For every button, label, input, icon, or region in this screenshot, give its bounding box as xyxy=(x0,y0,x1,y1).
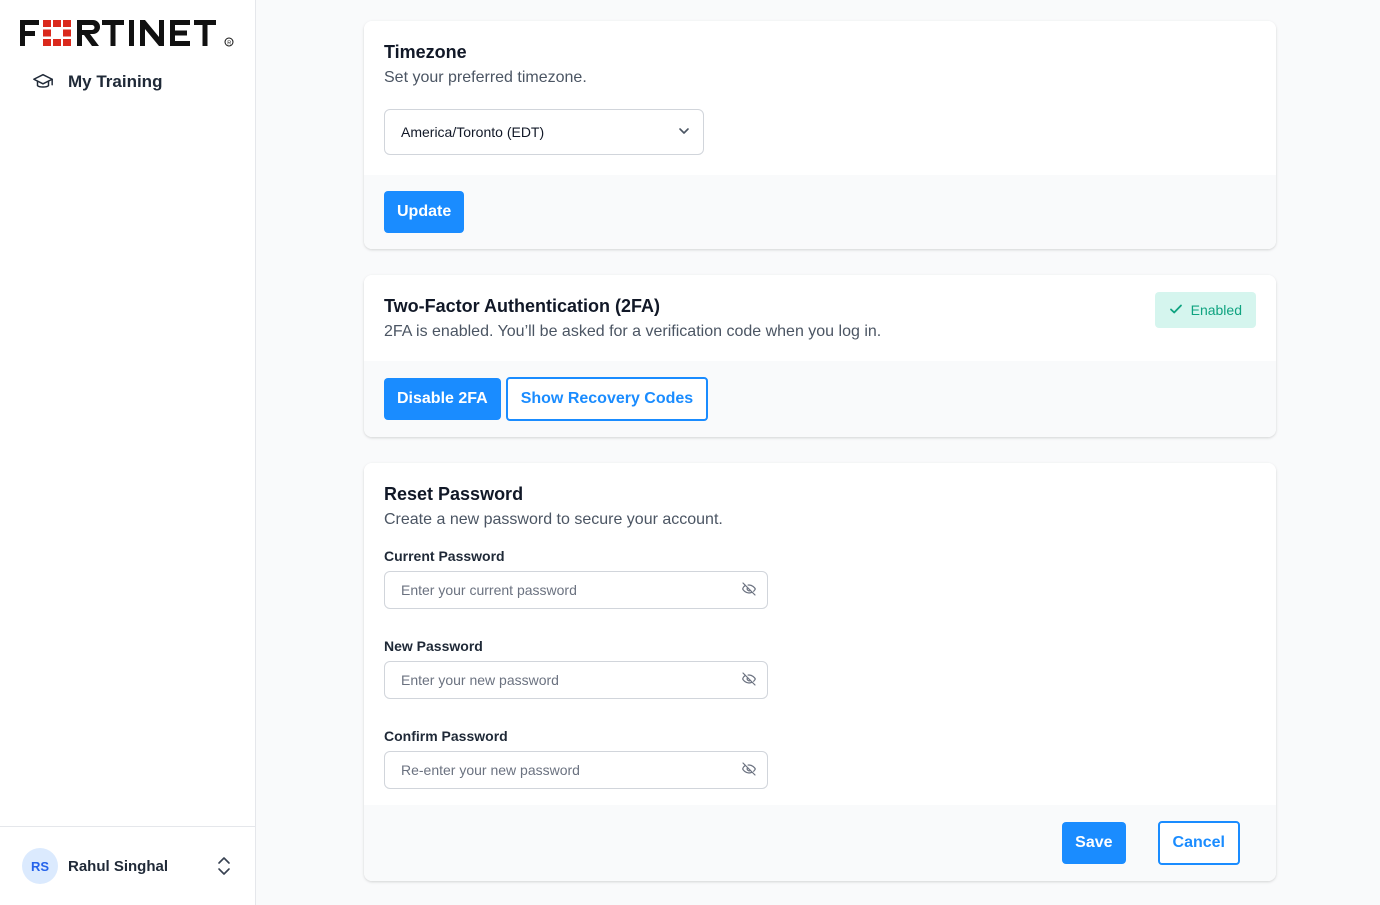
current-password-label: Current Password xyxy=(384,548,505,564)
status-badge: Enabled xyxy=(1154,292,1256,328)
timezone-select[interactable]: America/Toronto (EDT) xyxy=(384,109,704,155)
save-button[interactable]: Save xyxy=(1062,822,1126,864)
chevron-up-down-icon[interactable] xyxy=(214,856,234,876)
eye-off-icon[interactable] xyxy=(741,761,757,780)
timezone-title: Timezone xyxy=(384,42,467,62)
chevron-down-icon xyxy=(677,124,691,141)
check-icon xyxy=(1169,302,1183,319)
current-password-field[interactable]: Enter your current password xyxy=(384,571,768,609)
fortinet-logo[interactable]: R xyxy=(20,18,236,48)
two-factor-card: Two-Factor Authentication (2FA) 2FA is e… xyxy=(364,275,1276,437)
timezone-description: Set your preferred timezone. xyxy=(384,69,587,86)
two-factor-title: Two-Factor Authentication (2FA) xyxy=(384,296,660,316)
new-password-placeholder: Enter your new password xyxy=(401,672,559,688)
new-password-field[interactable]: Enter your new password xyxy=(384,661,768,699)
avatar: RS xyxy=(22,848,58,884)
two-factor-description: 2FA is enabled. You’ll be asked for a ve… xyxy=(384,323,882,340)
svg-text:R: R xyxy=(227,40,231,46)
graduation-cap-icon xyxy=(32,71,54,93)
disable-2fa-button[interactable]: Disable 2FA xyxy=(384,378,501,420)
user-menu[interactable]: RS Rahul Singhal xyxy=(0,826,256,905)
timezone-selected-value: America/Toronto (EDT) xyxy=(401,124,545,140)
sidebar: R My Training RS Rahul Singhal xyxy=(0,0,256,905)
reset-password-card: Reset Password Create a new password to … xyxy=(364,463,1276,881)
eye-off-icon[interactable] xyxy=(741,581,757,600)
sidebar-item-label: My Training xyxy=(68,72,163,91)
reset-password-title: Reset Password xyxy=(384,484,524,504)
confirm-password-label: Confirm Password xyxy=(384,728,508,744)
status-badge-label: Enabled xyxy=(1190,302,1242,318)
show-recovery-codes-button[interactable]: Show Recovery Codes xyxy=(505,377,709,421)
reset-password-description: Create a new password to secure your acc… xyxy=(384,511,723,528)
eye-off-icon[interactable] xyxy=(741,671,757,690)
timezone-card: Timezone Set your preferred timezone. Am… xyxy=(364,21,1276,249)
user-name: Rahul Singhal xyxy=(68,857,169,875)
sidebar-item-my-training[interactable]: My Training xyxy=(32,68,162,96)
cancel-button[interactable]: Cancel xyxy=(1157,821,1240,865)
new-password-label: New Password xyxy=(384,638,483,654)
confirm-password-placeholder: Re-enter your new password xyxy=(401,762,580,778)
confirm-password-field[interactable]: Re-enter your new password xyxy=(384,751,768,789)
update-button[interactable]: Update xyxy=(384,191,465,233)
current-password-placeholder: Enter your current password xyxy=(401,582,577,598)
